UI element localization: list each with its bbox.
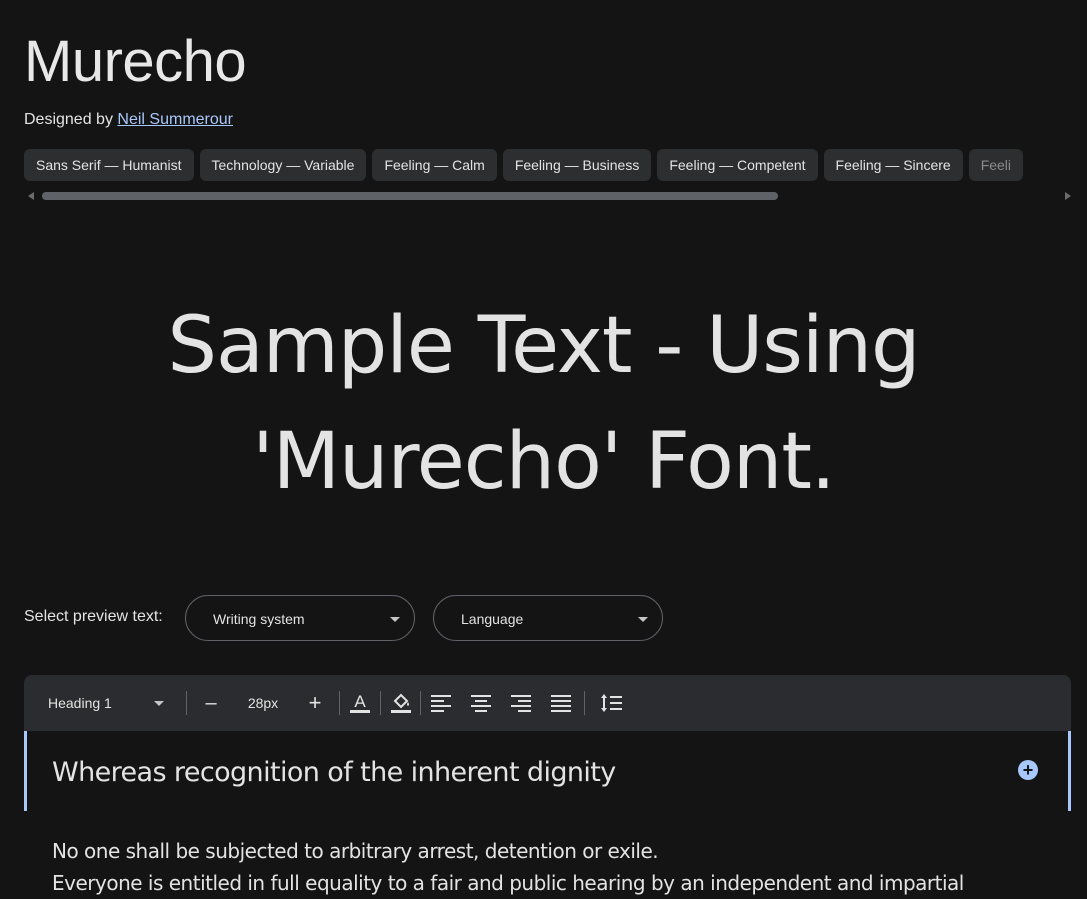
font-size-value[interactable]: 28px xyxy=(238,675,288,731)
preview-select-label: Select preview text: xyxy=(24,608,163,625)
language-dropdown[interactable]: Language xyxy=(433,595,663,641)
svg-text:A: A xyxy=(354,692,366,711)
tag-chip[interactable]: Feeling — Business xyxy=(502,149,652,181)
align-justify-icon[interactable] xyxy=(549,675,573,731)
tag-chip[interactable]: Feeling — Calm xyxy=(372,149,497,181)
writing-system-dropdown[interactable]: Writing system xyxy=(185,595,415,641)
paragraph-line: No one shall be subjected to arbitrary a… xyxy=(52,839,659,863)
scroll-left-arrow-icon[interactable] xyxy=(28,192,34,200)
sample-text: Sample Text - Using 'Murecho' Font. xyxy=(0,288,1087,520)
align-right-icon[interactable] xyxy=(509,675,533,731)
decrease-size-button[interactable]: – xyxy=(198,675,224,731)
align-center-icon[interactable] xyxy=(469,675,493,731)
highlight-color-icon[interactable] xyxy=(388,675,414,731)
tag-chip[interactable]: Sans Serif — Humanist xyxy=(24,149,194,181)
toolbar-divider xyxy=(584,691,585,715)
designer-line: Designed by Neil Summerour xyxy=(24,111,233,129)
sample-line-2: 'Murecho' Font. xyxy=(252,417,835,507)
paragraph-line: Everyone is entitled in full equality to… xyxy=(52,871,964,895)
add-block-icon[interactable]: + xyxy=(1018,760,1038,780)
toolbar-divider xyxy=(420,691,421,715)
tag-list: Sans Serif — Humanist Technology — Variab… xyxy=(24,149,1087,181)
align-left-icon[interactable] xyxy=(429,675,453,731)
toolbar-divider xyxy=(380,691,381,715)
chevron-down-icon xyxy=(154,701,164,706)
editor-toolbar: Heading 1 – 28px + A xyxy=(24,675,1071,731)
tag-chip[interactable]: Feeli xyxy=(968,149,1024,181)
line-height-icon[interactable] xyxy=(598,675,624,731)
font-title: Murecho xyxy=(24,29,247,94)
sample-line-1: Sample Text - Using xyxy=(167,301,920,391)
editor-paragraph[interactable]: No one shall be subjected to arbitrary a… xyxy=(52,835,1062,899)
designer-link[interactable]: Neil Summerour xyxy=(117,111,233,128)
designer-prefix: Designed by xyxy=(24,111,113,128)
writing-system-label: Writing system xyxy=(213,611,305,627)
tag-chip[interactable]: Feeling — Competent xyxy=(657,149,818,181)
tag-chip[interactable]: Technology — Variable xyxy=(199,149,367,181)
chevron-down-icon xyxy=(390,617,400,622)
chevron-down-icon xyxy=(638,617,648,622)
tags-scrollbar[interactable] xyxy=(24,190,1071,202)
increase-size-button[interactable]: + xyxy=(302,675,328,731)
text-color-icon[interactable]: A xyxy=(348,675,372,731)
tag-chip[interactable]: Feeling — Sincere xyxy=(823,149,963,181)
editor-heading-block[interactable]: Whereas recognition of the inherent dign… xyxy=(24,731,1071,811)
language-label: Language xyxy=(461,611,524,627)
toolbar-divider xyxy=(186,691,187,715)
toolbar-divider xyxy=(339,691,340,715)
scroll-right-arrow-icon[interactable] xyxy=(1065,192,1071,200)
editor-heading-text[interactable]: Whereas recognition of the inherent dign… xyxy=(52,757,616,788)
scroll-thumb[interactable] xyxy=(42,192,778,200)
text-style-label: Heading 1 xyxy=(48,695,112,711)
text-style-select[interactable]: Heading 1 xyxy=(48,675,168,731)
